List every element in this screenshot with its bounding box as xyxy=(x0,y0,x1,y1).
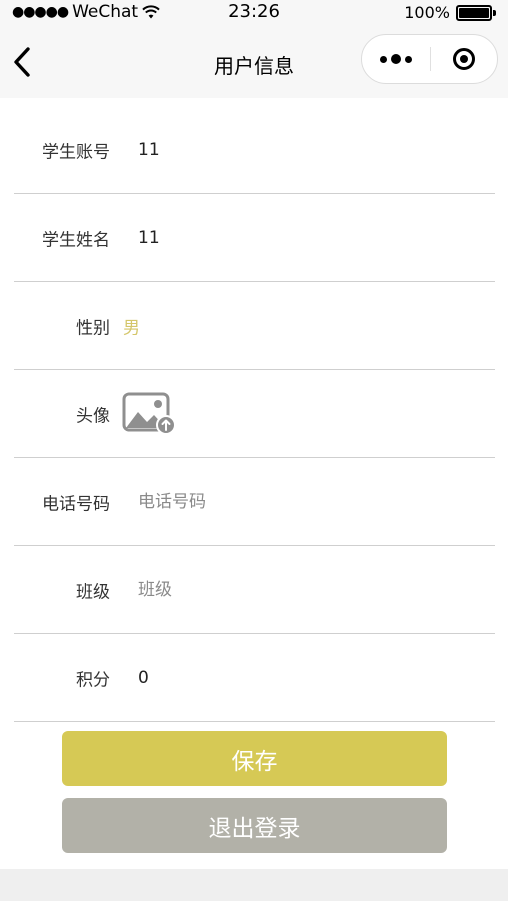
phone-input[interactable] xyxy=(138,491,438,512)
logout-button[interactable]: 退出登录 xyxy=(62,798,447,853)
student-account-value: 11 xyxy=(138,139,160,160)
status-bar: ●●●●● WeChat 23:26 100% xyxy=(0,0,508,26)
phone-input-wrap xyxy=(138,491,438,512)
more-dots-icon xyxy=(378,54,414,64)
save-button[interactable]: 保存 xyxy=(62,731,447,786)
battery-tip xyxy=(493,9,496,16)
row-label: 电话号码 xyxy=(42,494,110,514)
mini-program-capsule xyxy=(361,34,498,84)
row-gender[interactable]: 性别 男 xyxy=(14,282,495,370)
class-input[interactable] xyxy=(138,579,438,600)
row-label: 性别 xyxy=(76,318,110,338)
image-upload-icon xyxy=(122,392,176,435)
student-name-value: 11 xyxy=(138,227,160,248)
row-avatar: 头像 xyxy=(14,370,495,458)
more-button[interactable] xyxy=(362,35,430,83)
row-student-name: 学生姓名 11 xyxy=(14,194,495,282)
class-input-wrap xyxy=(138,579,438,600)
row-label: 头像 xyxy=(76,406,110,426)
row-points: 积分 0 xyxy=(14,634,495,722)
status-right: 100% xyxy=(404,3,496,22)
row-phone: 电话号码 xyxy=(14,458,495,546)
points-value: 0 xyxy=(138,667,149,688)
row-label: 学生姓名 xyxy=(42,230,110,250)
avatar-upload-button[interactable] xyxy=(122,392,176,436)
row-student-account: 学生账号 11 xyxy=(14,106,495,194)
row-class: 班级 xyxy=(14,546,495,634)
nav-bar: 用户信息 xyxy=(0,26,508,98)
row-label: 积分 xyxy=(76,670,110,690)
row-label: 学生账号 xyxy=(42,142,110,162)
close-button[interactable] xyxy=(431,35,497,83)
battery-percent: 100% xyxy=(404,3,450,22)
gender-picker[interactable]: 男 xyxy=(123,313,140,338)
close-target-icon xyxy=(453,48,475,70)
row-label: 班级 xyxy=(76,582,110,602)
battery-icon xyxy=(456,4,492,21)
form-container: 学生账号 11 学生姓名 11 性别 男 头像 电话号码 班级 xyxy=(0,98,508,869)
